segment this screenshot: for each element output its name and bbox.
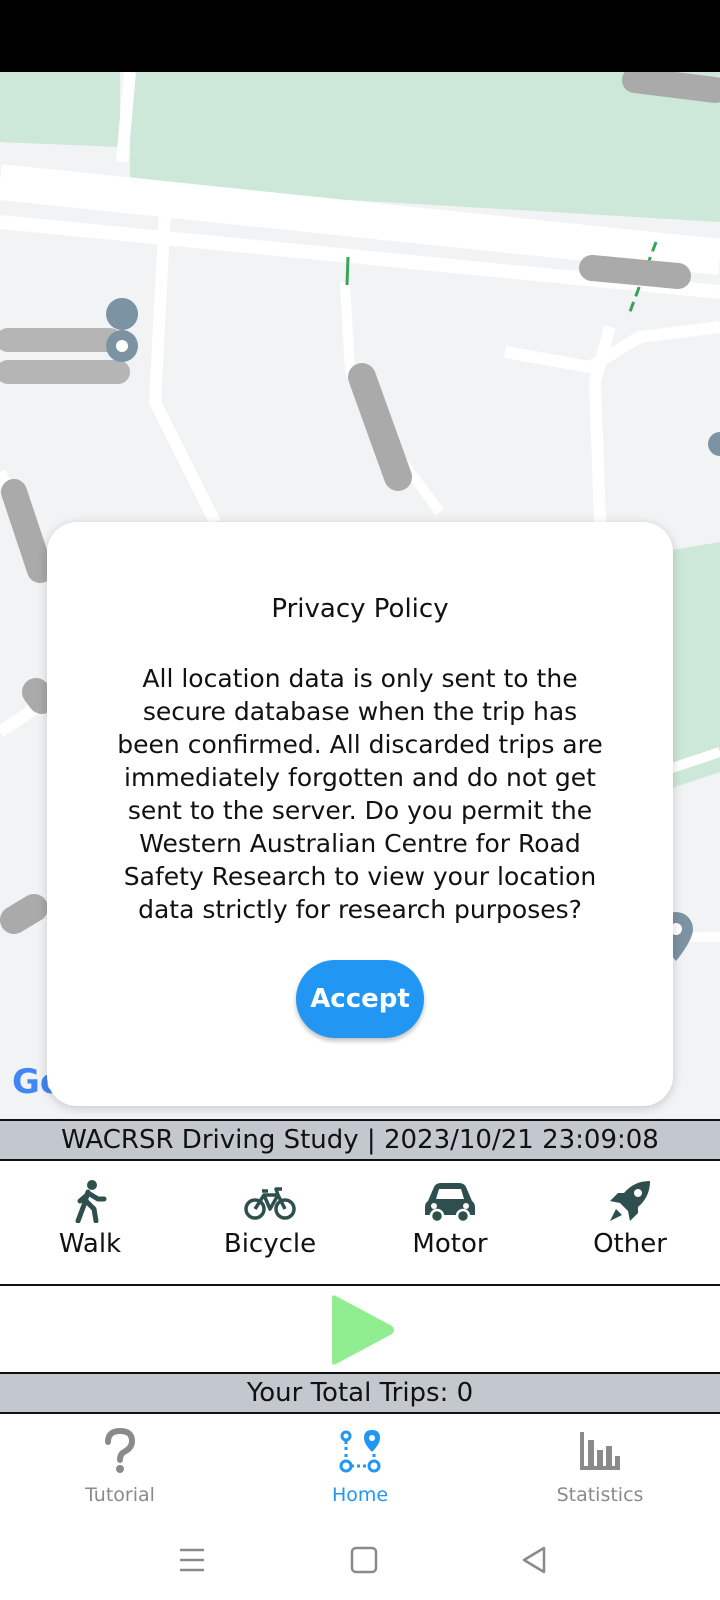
transport-mode-selector: Walk Bicycle Motor Other [0, 1161, 720, 1283]
back-icon[interactable] [512, 1538, 556, 1582]
privacy-policy-dialog: Privacy Policy All location data is only… [47, 522, 673, 1106]
tab-statistics-label: Statistics [556, 1484, 644, 1506]
play-icon[interactable] [326, 1294, 396, 1366]
menu-icon[interactable] [170, 1538, 214, 1582]
rocket-icon [610, 1181, 650, 1221]
walk-icon [75, 1180, 107, 1223]
home-square-icon[interactable] [342, 1538, 386, 1582]
route-icon [339, 1430, 381, 1473]
tab-home[interactable]: Home [270, 1428, 450, 1506]
mode-motor-button[interactable]: Motor [370, 1179, 530, 1259]
dialog-body: All location data is only sent to the se… [117, 664, 603, 924]
tab-statistics[interactable]: Statistics [510, 1428, 690, 1506]
mode-other-button[interactable]: Other [550, 1179, 710, 1259]
total-trips-bar: Your Total Trips: 0 [0, 1372, 720, 1414]
bottom-tab-bar: Tutorial Home Statistics [0, 1414, 720, 1520]
mode-walk-button[interactable]: Walk [10, 1179, 170, 1259]
question-icon [105, 1428, 136, 1473]
mode-bicycle-button[interactable]: Bicycle [190, 1179, 350, 1259]
tab-home-label: Home [331, 1484, 389, 1506]
tab-tutorial-label: Tutorial [85, 1484, 155, 1506]
mode-other-label: Other [593, 1229, 667, 1259]
bicycle-icon [244, 1187, 296, 1220]
accept-button[interactable]: Accept [296, 960, 424, 1038]
mode-bicycle-label: Bicycle [223, 1229, 317, 1259]
mode-motor-label: Motor [412, 1229, 488, 1259]
play-area [0, 1286, 720, 1372]
bar-chart-icon [580, 1432, 620, 1470]
status-bar [0, 0, 720, 72]
mode-walk-label: Walk [58, 1229, 122, 1259]
dialog-title: Privacy Policy [271, 594, 449, 624]
car-icon [425, 1183, 475, 1223]
study-title-bar: WACRSR Driving Study | 2023/10/21 23:09:… [0, 1119, 720, 1161]
tab-tutorial[interactable]: Tutorial [30, 1428, 210, 1506]
system-navigation-bar [0, 1520, 720, 1600]
